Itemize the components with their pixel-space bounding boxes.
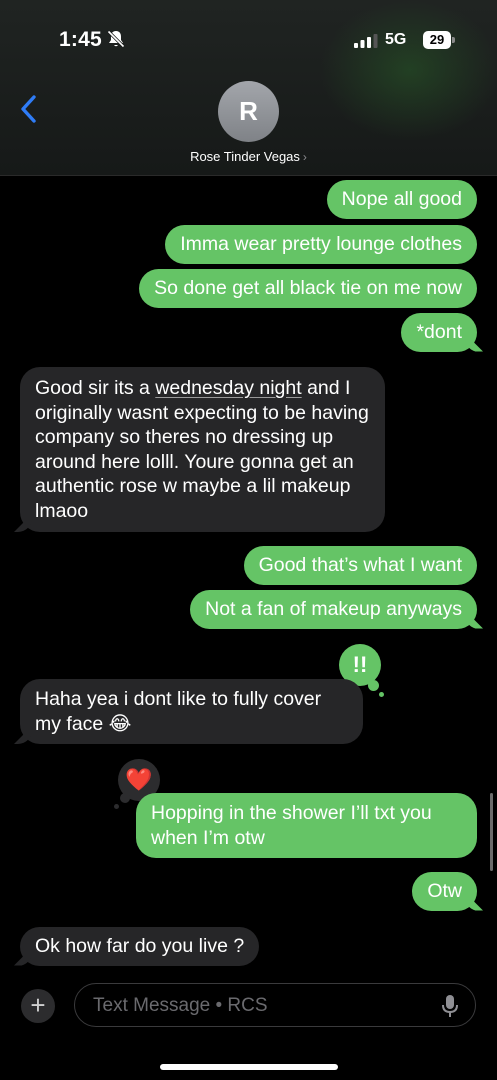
conversation-header: 1:45 5G 29 R Rose Tinder Vegas › xyxy=(0,0,497,176)
message-text: *dont xyxy=(416,321,462,343)
message-text: Not a fan of makeup anyways xyxy=(205,598,462,620)
home-indicator[interactable] xyxy=(160,1064,338,1070)
message-bubble-outgoing[interactable]: Imma wear pretty lounge clothes xyxy=(165,225,477,264)
message-input[interactable] xyxy=(91,984,425,1028)
contact-name: Rose Tinder Vegas xyxy=(190,149,300,164)
message-text: Nope all good xyxy=(341,188,462,210)
message-bubble-outgoing[interactable]: Good that’s what I want xyxy=(243,546,477,585)
message-bubble-outgoing[interactable]: Hopping in the shower I’ll txt you when … xyxy=(136,793,477,858)
scrollbar[interactable] xyxy=(490,793,493,871)
tapback-tail xyxy=(368,680,379,691)
message-bubble-outgoing[interactable]: *dont xyxy=(401,313,477,352)
chevron-right-icon: › xyxy=(302,150,307,164)
message-text: Good sir its a xyxy=(35,377,156,399)
tapback-tail xyxy=(114,804,119,809)
message-bubble-incoming[interactable]: Haha yea i dont like to fully cover my f… xyxy=(20,679,363,744)
heart-icon: ❤️ xyxy=(125,767,153,792)
message-bubble-incoming[interactable]: Ok how far do you live ? xyxy=(20,927,260,966)
message-text: So done get all black tie on me now xyxy=(154,277,462,299)
message-bubble-outgoing[interactable]: So done get all black tie on me now xyxy=(139,269,477,308)
bell-slash-icon xyxy=(107,30,125,48)
date-link[interactable]: wednesday night xyxy=(155,377,301,399)
message-bubble-incoming[interactable]: Good sir its a wednesday night and I ori… xyxy=(20,367,385,532)
message-bubble-outgoing[interactable]: Nope all good xyxy=(326,180,477,219)
message-text: Ok how far do you live ? xyxy=(35,935,245,957)
plus-icon[interactable]: + xyxy=(21,989,55,1023)
exclamation-icon: !! xyxy=(352,652,368,677)
message-text: Haha yea i dont like to fully cover my f… xyxy=(35,688,322,735)
microphone-icon[interactable] xyxy=(440,994,460,1018)
status-time: 1:45 xyxy=(59,28,102,51)
contact-name-link[interactable]: Rose Tinder Vegas › xyxy=(0,149,497,164)
message-text: Good that’s what I want xyxy=(258,554,462,576)
back-chevron-icon[interactable] xyxy=(18,94,40,124)
signal-icon xyxy=(354,34,378,48)
message-text: Imma wear pretty lounge clothes xyxy=(180,233,462,255)
tapback-tail xyxy=(379,692,384,697)
message-text: Hopping in the shower I’ll txt you when … xyxy=(151,802,432,849)
message-bubble-outgoing[interactable]: Otw xyxy=(412,872,477,911)
network-type: 5G xyxy=(385,31,407,48)
avatar[interactable]: R xyxy=(218,81,279,142)
message-text: Otw xyxy=(427,880,462,902)
message-bubble-outgoing[interactable]: Not a fan of makeup anyways xyxy=(190,590,477,629)
battery-icon: 29 xyxy=(423,31,451,49)
tapback-tail xyxy=(120,793,130,803)
battery-tip xyxy=(452,37,455,43)
message-field[interactable] xyxy=(74,983,476,1028)
